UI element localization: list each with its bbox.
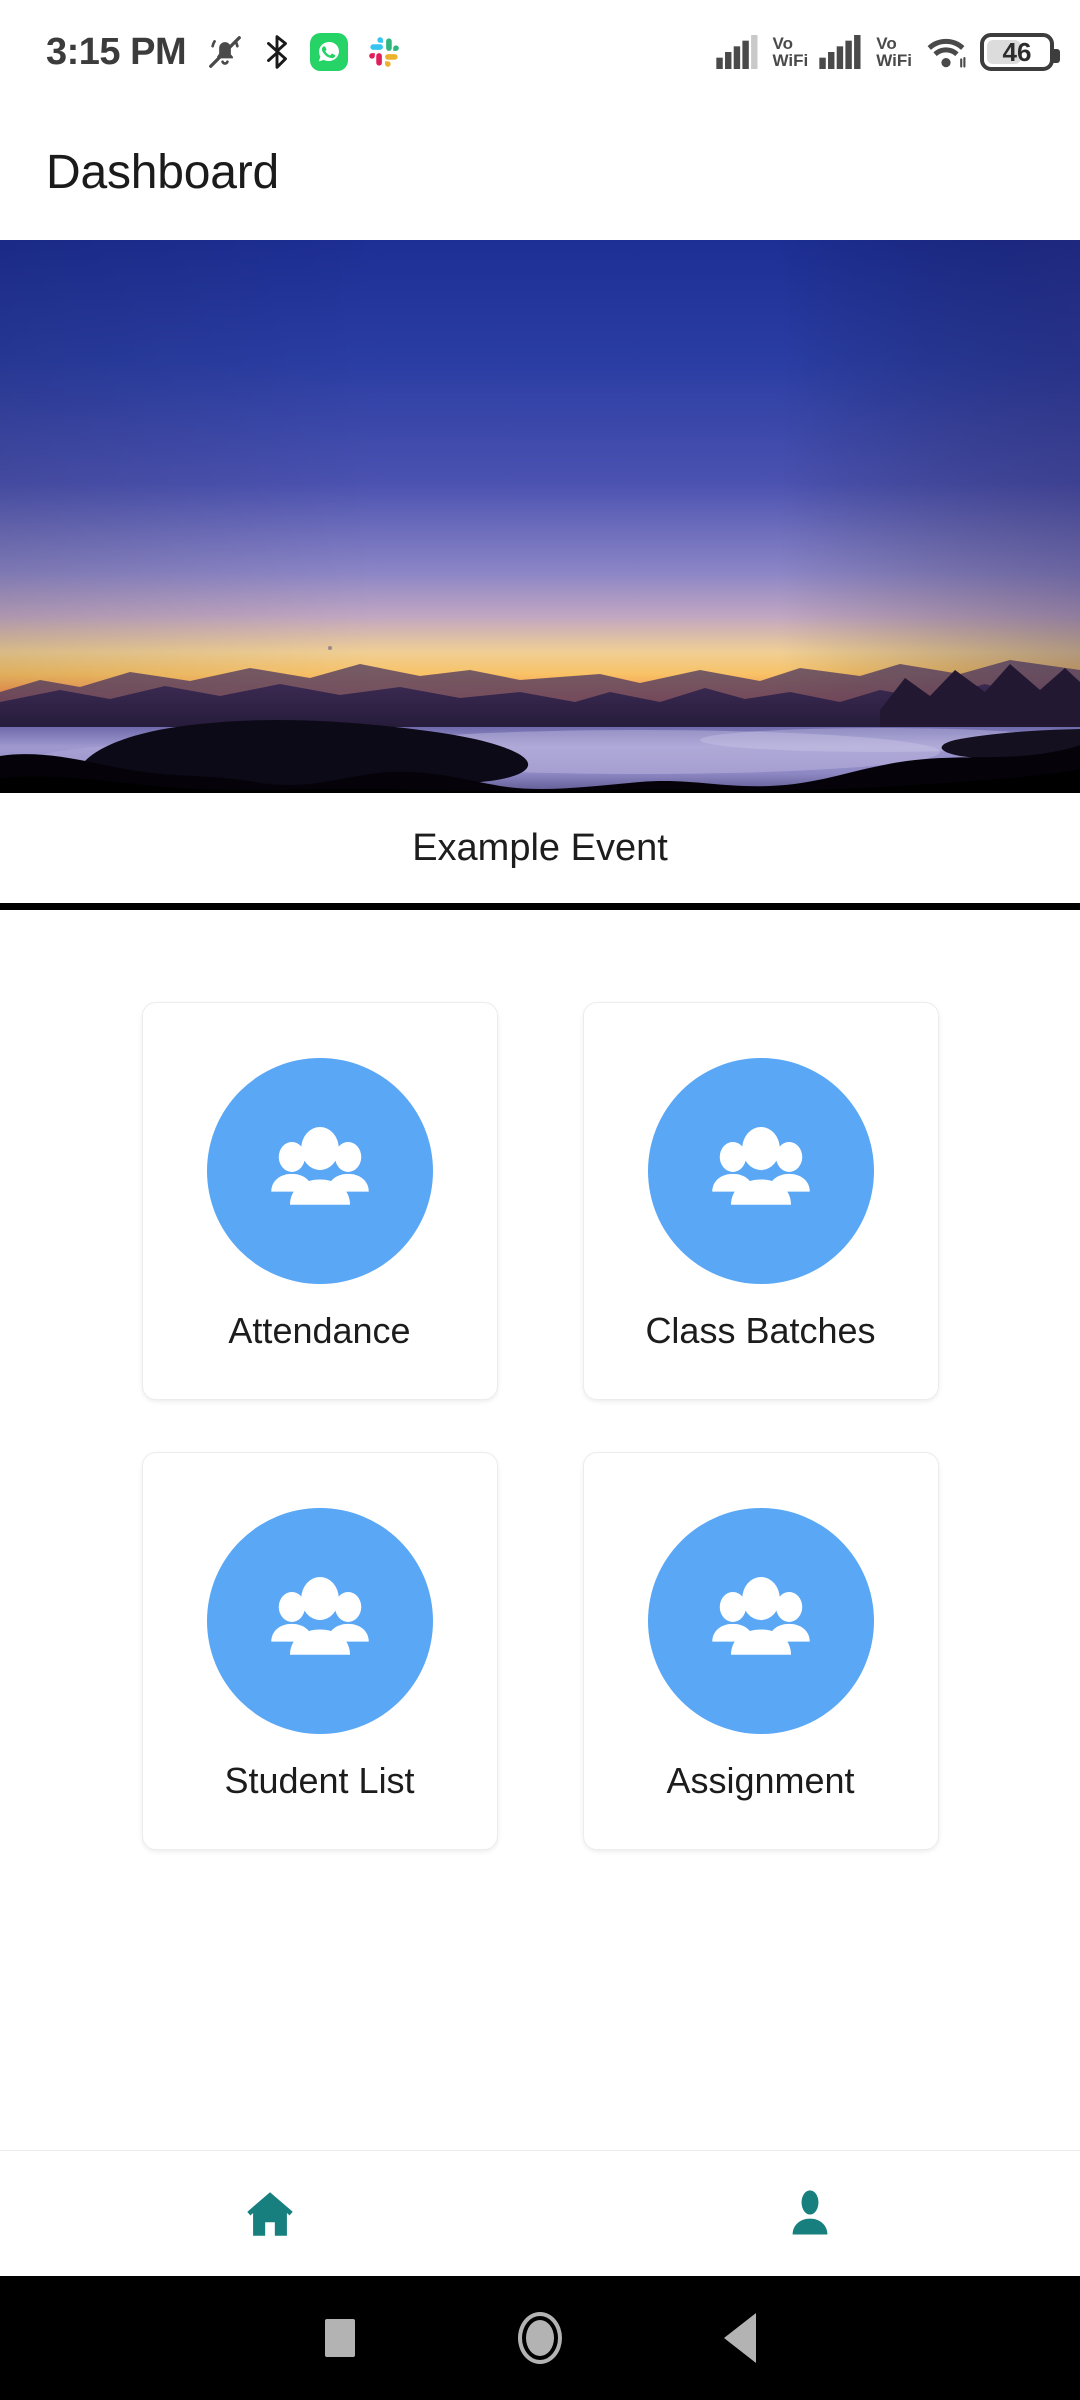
tile-icon-circle (647, 1058, 874, 1284)
tile-icon-circle (206, 1508, 433, 1734)
people-group-icon (270, 1126, 369, 1205)
home-icon (247, 2191, 293, 2236)
android-system-nav (0, 2276, 1080, 2400)
app-bar: Dashboard (0, 104, 1080, 240)
vowifi-2-top: Vo (876, 34, 897, 53)
home-circle-icon (518, 2312, 562, 2364)
back-triangle-icon (724, 2313, 756, 2363)
bluetooth-icon (264, 35, 290, 69)
cellular-signal-1-icon (715, 35, 762, 69)
section-divider (0, 903, 1080, 910)
battery-icon: 46 (980, 33, 1060, 71)
event-caption: Example Event (0, 793, 1080, 903)
vowifi-1-top: Vo (772, 34, 793, 53)
tile-label: Attendance (228, 1310, 411, 1351)
slack-icon (368, 36, 400, 68)
page-title: Dashboard (46, 145, 280, 199)
dashboard-content: Attendance Class Batches Student List As… (0, 910, 1080, 2150)
tile-label: Assignment (666, 1760, 855, 1801)
tile-icon-circle (206, 1058, 433, 1284)
status-bar: 3:15 PM Vo WiFi Vo WiFi 46 (0, 0, 1080, 104)
person-icon (792, 2189, 828, 2235)
back-button[interactable] (640, 2313, 840, 2363)
recents-button[interactable] (240, 2319, 440, 2357)
status-time: 3:15 PM (46, 30, 187, 73)
status-bar-left: 3:15 PM (46, 31, 400, 74)
home-button[interactable] (440, 2312, 640, 2364)
tile-label: Class Batches (645, 1310, 876, 1351)
tile-student-list[interactable]: Student List (141, 1452, 498, 1850)
whatsapp-icon (310, 33, 349, 71)
status-bar-right: Vo WiFi Vo WiFi 46 (715, 33, 1060, 71)
people-group-icon (711, 1576, 810, 1655)
event-banner-image[interactable] (0, 240, 1080, 793)
event-caption-text: Example Event (412, 826, 668, 869)
battery-percent: 46 (1002, 36, 1032, 67)
tile-assignment[interactable]: Assignment (582, 1452, 939, 1850)
tile-icon-circle (647, 1508, 874, 1734)
nav-item-home[interactable] (0, 2185, 540, 2243)
dashboard-tile-grid: Attendance Class Batches Student List As… (0, 1002, 1080, 1850)
recents-square-icon (325, 2319, 355, 2357)
cellular-signal-2-icon (819, 35, 865, 69)
tile-attendance[interactable]: Attendance (141, 1002, 498, 1400)
tile-label: Student List (224, 1760, 415, 1801)
phone-screen: 3:15 PM Vo WiFi Vo WiFi 46 Dashboard Exa… (0, 0, 1080, 2400)
people-group-icon (270, 1576, 369, 1655)
wifi-icon (923, 34, 969, 70)
nav-item-profile[interactable] (540, 2185, 1080, 2243)
sunset-lake-illustration (0, 240, 1080, 793)
vowifi-label-2: Vo WiFi (876, 35, 912, 69)
tile-class-batches[interactable]: Class Batches (582, 1002, 939, 1400)
vowifi-2-bottom: WiFi (876, 51, 912, 70)
vowifi-1-bottom: WiFi (772, 51, 809, 70)
vowifi-label-1: Vo WiFi (773, 35, 809, 69)
people-group-icon (711, 1126, 810, 1205)
bottom-navigation-bar (0, 2150, 1080, 2276)
silent-bell-icon (206, 33, 244, 71)
